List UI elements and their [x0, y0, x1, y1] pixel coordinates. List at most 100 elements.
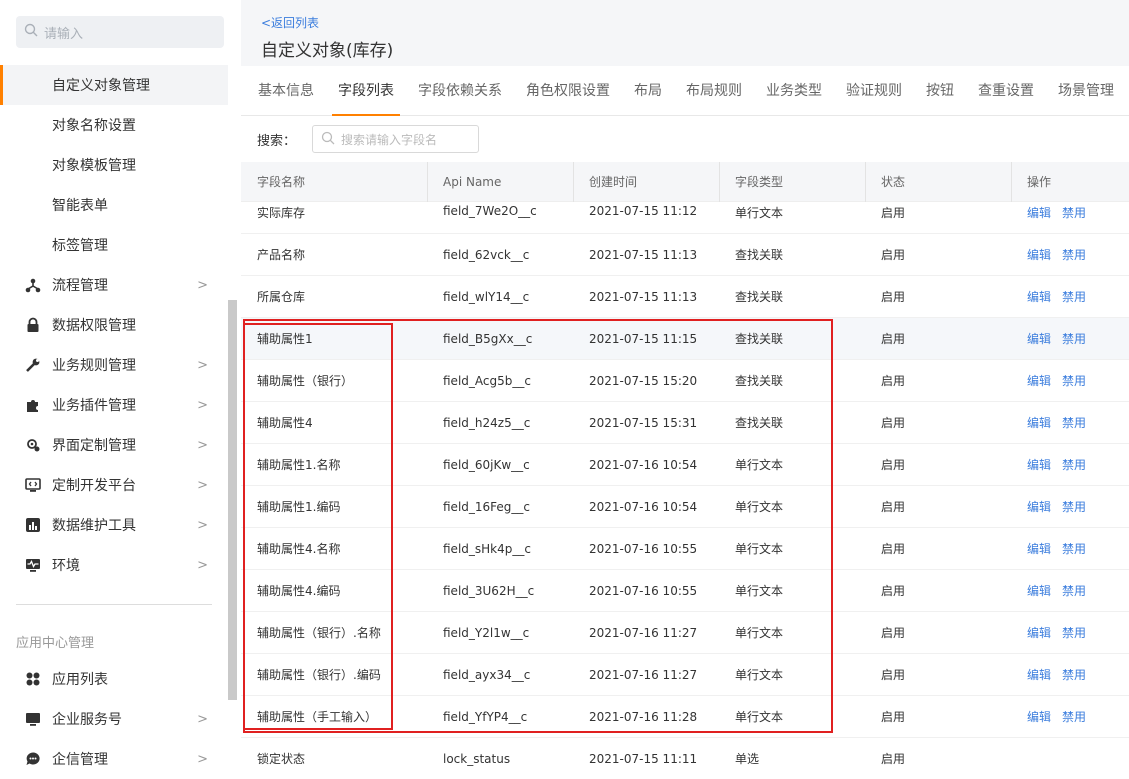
- field-search-row: 搜索： 搜索请输入字段名: [257, 125, 480, 153]
- edit-link[interactable]: 编辑: [1027, 248, 1051, 262]
- edit-link[interactable]: 编辑: [1027, 290, 1051, 304]
- sidebar-item-smart-form[interactable]: 智能表单: [0, 185, 228, 225]
- sidebar-item-business-rule[interactable]: 业务规则管理 >: [0, 345, 228, 385]
- sidebar-item-dev-platform[interactable]: 定制开发平台 >: [0, 465, 228, 505]
- edit-link[interactable]: 编辑: [1027, 458, 1051, 472]
- table-cell-api: field_B5gXx__c: [443, 331, 533, 346]
- table-row[interactable]: 辅助属性1 field_B5gXx__c 2021-07-15 11:15 查找关联 启…: [241, 318, 1129, 360]
- table-row[interactable]: 所属仓库 field_wlY14__c 2021-07-15 11:13 查找关联 启用…: [241, 276, 1129, 318]
- sidebar-item-flow[interactable]: 流程管理 >: [0, 265, 228, 305]
- field-search-input[interactable]: 搜索请输入字段名: [312, 125, 480, 153]
- table-cell-time: 2021-07-15 11:13: [589, 289, 698, 304]
- column-header: 字段类型: [719, 161, 865, 202]
- table-cell-type: 单行文本: [735, 542, 784, 556]
- disable-link[interactable]: 禁用: [1062, 626, 1086, 640]
- sidebar-item-ui-custom[interactable]: 界面定制管理 >: [0, 425, 228, 465]
- chevron-right-icon: >: [197, 358, 208, 373]
- disable-link[interactable]: 禁用: [1062, 500, 1086, 514]
- table-row[interactable]: 辅助属性4.名称 field_sHk4p__c 2021-07-16 10:55 单行…: [241, 528, 1129, 570]
- table-cell-type: 查找关联: [735, 290, 784, 304]
- tab-field-dependency[interactable]: 字段依赖关系: [418, 66, 502, 116]
- table-cell-actions: 编辑 禁用: [1011, 246, 1129, 263]
- sidebar-item-object-template[interactable]: 对象模板管理: [0, 145, 228, 185]
- sidebar-item-app-list[interactable]: 应用列表: [0, 659, 228, 699]
- lock-icon: [24, 316, 42, 334]
- disable-link[interactable]: 禁用: [1062, 290, 1086, 304]
- sidebar-search-placeholder: 请输入: [44, 26, 84, 42]
- tab-validation-rules[interactable]: 验证规则: [846, 66, 902, 116]
- sidebar-item-messaging[interactable]: 企信管理 >: [0, 739, 228, 779]
- table-row[interactable]: 辅助属性4.编码 field_3U62H__c 2021-07-16 10:55 单行…: [241, 570, 1129, 612]
- disable-link[interactable]: 禁用: [1062, 584, 1086, 598]
- tab-layout[interactable]: 布局: [634, 66, 662, 116]
- search-label: 搜索：: [257, 133, 297, 149]
- table-cell-actions: 编辑 禁用: [1011, 372, 1129, 389]
- table-cell-name: 辅助属性（银行）: [257, 374, 354, 388]
- disable-link[interactable]: 禁用: [1062, 542, 1086, 556]
- disable-link[interactable]: 禁用: [1062, 206, 1086, 220]
- sidebar-item-data-permission[interactable]: 数据权限管理: [0, 305, 228, 345]
- tab-dedupe-settings[interactable]: 查重设置: [978, 66, 1034, 116]
- table-cell-actions: 编辑 禁用: [1011, 456, 1129, 473]
- sidebar-item-service-account[interactable]: 企业服务号 >: [0, 699, 228, 739]
- tab-field-list[interactable]: 字段列表: [332, 66, 400, 116]
- main-panel: <返回列表 自定义对象(库存) 基本信息 字段列表 字段依赖关系 角色权限设置 …: [241, 0, 1129, 779]
- table-cell-type: 单行文本: [735, 626, 784, 640]
- disable-link[interactable]: 禁用: [1062, 416, 1086, 430]
- column-header: 状态: [865, 161, 1011, 202]
- edit-link[interactable]: 编辑: [1027, 416, 1051, 430]
- column-header: 字段名称: [257, 174, 306, 189]
- table-cell-status: 启用: [881, 248, 906, 262]
- edit-link[interactable]: 编辑: [1027, 626, 1051, 640]
- sidebar-item-business-plugin[interactable]: 业务插件管理 >: [0, 385, 228, 425]
- tab-scene-management[interactable]: 场景管理: [1058, 66, 1114, 116]
- table-row[interactable]: 辅助属性1.名称 field_60jKw__c 2021-07-16 10:54 单行…: [241, 444, 1129, 486]
- back-to-list-link[interactable]: <返回列表: [261, 14, 319, 31]
- disable-link[interactable]: 禁用: [1062, 710, 1086, 724]
- disable-link[interactable]: 禁用: [1062, 458, 1086, 472]
- edit-link[interactable]: 编辑: [1027, 584, 1051, 598]
- edit-link[interactable]: 编辑: [1027, 668, 1051, 682]
- table-cell-status: 启用: [881, 332, 906, 346]
- table-cell-status: 启用: [881, 542, 906, 556]
- tab-role-permission[interactable]: 角色权限设置: [526, 66, 610, 116]
- sidebar-search-input[interactable]: 请输入: [16, 16, 224, 48]
- table-header: 字段名称 Api Name 创建时间 字段类型 状态 操作: [241, 161, 1129, 202]
- table-cell-type: 单选: [735, 752, 760, 766]
- edit-link[interactable]: 编辑: [1027, 542, 1051, 556]
- edit-link[interactable]: 编辑: [1027, 710, 1051, 724]
- table-row[interactable]: 辅助属性（银行） field_Acg5b__c 2021-07-15 15:20 查找…: [241, 360, 1129, 402]
- edit-link[interactable]: 编辑: [1027, 332, 1051, 346]
- disable-link[interactable]: 禁用: [1062, 374, 1086, 388]
- monitor-icon: [24, 710, 42, 728]
- sidebar-section-title: 应用中心管理: [16, 636, 95, 651]
- disable-link[interactable]: 禁用: [1062, 668, 1086, 682]
- edit-link[interactable]: 编辑: [1027, 206, 1051, 220]
- sidebar-item-data-tools[interactable]: 数据维护工具 >: [0, 505, 228, 545]
- sidebar-item-custom-object[interactable]: 自定义对象管理: [0, 65, 228, 105]
- table-row[interactable]: 辅助属性1.编码 field_16Feg__c 2021-07-16 10:54 单行…: [241, 486, 1129, 528]
- sidebar-item-label: 标签管理: [52, 238, 108, 254]
- table-row[interactable]: 辅助属性（手工输入） field_YfYP4__c 2021-07-16 11:28…: [241, 696, 1129, 738]
- table-row[interactable]: 锁定状态 lock_status 2021-07-15 11:11 单选 启用: [241, 738, 1129, 779]
- tab-business-type[interactable]: 业务类型: [766, 66, 822, 116]
- sidebar-item-label: 企业服务号: [52, 712, 122, 728]
- table-row[interactable]: 辅助属性（银行）.编码 field_ayx34__c 2021-07-16 11:2…: [241, 654, 1129, 696]
- tab-buttons[interactable]: 按钮: [926, 66, 954, 116]
- disable-link[interactable]: 禁用: [1062, 332, 1086, 346]
- sidebar-item-tag[interactable]: 标签管理: [0, 225, 228, 265]
- tab-basic-info[interactable]: 基本信息: [258, 66, 314, 116]
- table-row[interactable]: 产品名称 field_62vck__c 2021-07-15 11:13 查找关联 启用…: [241, 234, 1129, 276]
- sidebar-item-label: 数据维护工具: [52, 518, 136, 534]
- edit-link[interactable]: 编辑: [1027, 500, 1051, 514]
- table-row[interactable]: 辅助属性（银行）.名称 field_Y2l1w__c 2021-07-16 11:2…: [241, 612, 1129, 654]
- sidebar-scrollbar[interactable]: [228, 300, 237, 700]
- table-row[interactable]: 实际库存 field_7We2O__c 2021-07-15 11:12 单行文本 启用…: [241, 202, 1129, 234]
- sidebar-item-environment[interactable]: 环境 >: [0, 545, 228, 585]
- edit-link[interactable]: 编辑: [1027, 374, 1051, 388]
- chevron-right-icon: >: [197, 752, 208, 767]
- disable-link[interactable]: 禁用: [1062, 248, 1086, 262]
- sidebar-item-object-name[interactable]: 对象名称设置: [0, 105, 228, 145]
- tab-layout-rules[interactable]: 布局规则: [686, 66, 742, 116]
- table-row[interactable]: 辅助属性4 field_h24z5__c 2021-07-15 15:31 查找关联 启…: [241, 402, 1129, 444]
